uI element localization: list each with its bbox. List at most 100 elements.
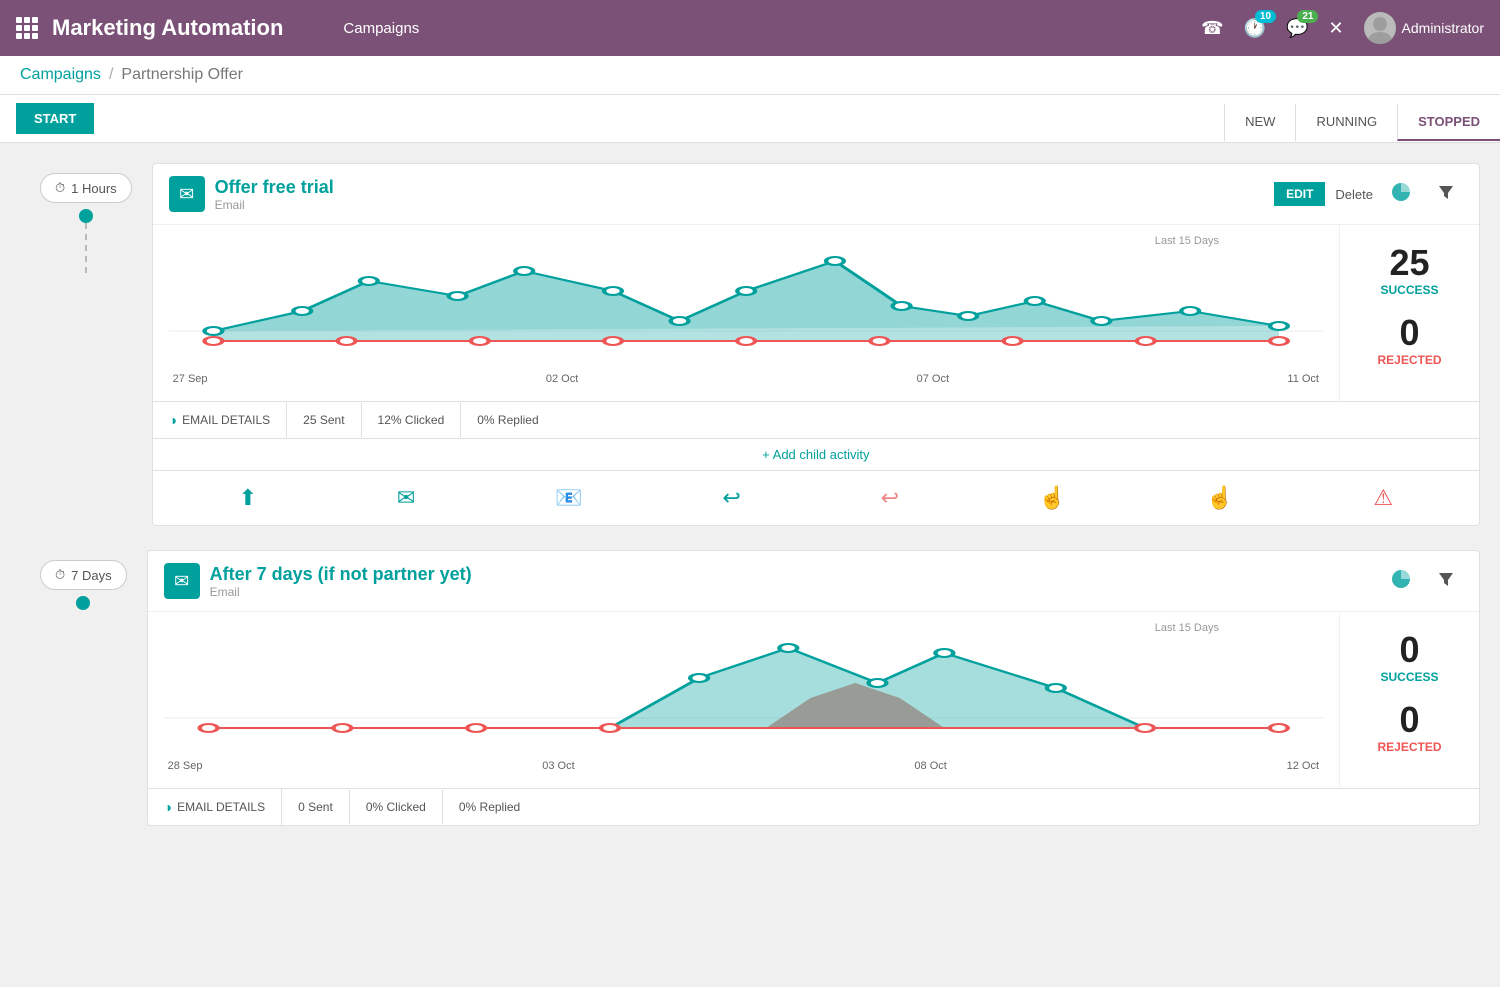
chart-section-1: Last 15 Days <box>153 225 1339 401</box>
chat-icon[interactable]: 💬 21 <box>1286 18 1308 39</box>
toolbar: START NEW RUNNING STOPPED <box>0 95 1500 143</box>
chat-badge: 21 <box>1297 10 1318 23</box>
timer-badge-1: ⏱ 1 Hours <box>40 173 132 203</box>
timer-badge-2: ⏱ 7 Days <box>40 560 127 590</box>
email-icon-2: ✉ <box>164 563 200 599</box>
status-tabs: NEW RUNNING STOPPED <box>1224 104 1500 141</box>
breadcrumb-current-page: Partnership Offer <box>121 66 243 84</box>
delete-button-1[interactable]: Delete <box>1335 187 1373 202</box>
chart-section-2: Last 15 Days <box>148 612 1339 788</box>
stats-section-1: 25 SUCCESS 0 REJECTED <box>1339 225 1479 401</box>
close-icon[interactable]: ✕ <box>1328 18 1343 39</box>
timer-value-2: 7 Days <box>71 568 111 583</box>
chart-1-x-labels: 27 Sep 02 Oct 07 Oct 11 Oct <box>169 373 1323 385</box>
card-2-footer: ◑ EMAIL DETAILS 0 Sent 0% Clicked 0% Rep… <box>148 788 1479 825</box>
replied-pct-1: 0% Replied <box>461 403 554 437</box>
main-content: ⏱ 1 Hours ✉ Offer free trial Email EDIT … <box>0 143 1500 987</box>
grid-menu-icon[interactable] <box>16 17 38 39</box>
timer-clock-icon: ⏱ <box>55 180 65 196</box>
card-1-subtitle: Email <box>215 198 334 212</box>
x-label-1-2: 07 Oct <box>917 373 949 385</box>
breadcrumb-separator: / <box>109 66 113 84</box>
breadcrumb: Campaigns / Partnership Offer <box>0 56 1500 95</box>
card-2-actions <box>1383 565 1463 598</box>
email-details-1[interactable]: ◑ EMAIL DETAILS <box>153 402 288 438</box>
chart-label-2: Last 15 Days <box>1155 622 1219 634</box>
clicked-pct-2: 0% Clicked <box>350 790 443 824</box>
pie-chart-icon-2[interactable] <box>1383 565 1419 598</box>
child-icons-row-1: ⬆ ✉ 📧 ↩ ↩ ☝ ☝ ⚠ <box>153 470 1479 525</box>
email-details-2[interactable]: ◑ EMAIL DETAILS <box>148 789 283 825</box>
phone-icon[interactable]: ☎ <box>1201 18 1223 39</box>
child-icon-click[interactable]: ☝ <box>1029 479 1076 517</box>
card-1: ✉ Offer free trial Email EDIT Delete <box>152 163 1480 526</box>
card-2: ✉ After 7 days (if not partner yet) Emai… <box>147 550 1480 826</box>
timer-value-1: 1 Hours <box>71 181 117 196</box>
pie-icon-2: ◑ <box>164 799 172 815</box>
card-1-header: ✉ Offer free trial Email EDIT Delete <box>153 164 1479 225</box>
replied-pct-2: 0% Replied <box>443 790 536 824</box>
activity-row-1: ⏱ 1 Hours ✉ Offer free trial Email EDIT … <box>20 163 1480 526</box>
admin-label: Administrator <box>1402 20 1484 36</box>
filter-icon-1[interactable] <box>1429 179 1463 210</box>
tab-new[interactable]: NEW <box>1224 104 1295 141</box>
x-label-1-1: 02 Oct <box>546 373 578 385</box>
child-icon-error[interactable]: ⚠ <box>1363 479 1403 517</box>
edit-button-1[interactable]: EDIT <box>1274 182 1325 206</box>
success-count-2: 0 <box>1399 630 1419 670</box>
admin-menu[interactable]: Administrator <box>1364 12 1484 44</box>
sent-count-1: 25 Sent <box>287 403 361 437</box>
app-title: Marketing Automation <box>52 15 283 41</box>
card-2-body: Last 15 Days <box>148 612 1479 788</box>
timer-clock-icon-2: ⏱ <box>55 567 65 583</box>
x-label-2-1: 03 Oct <box>542 760 574 772</box>
chart-svg-1 <box>169 241 1323 371</box>
card-1-actions: EDIT Delete <box>1274 178 1463 211</box>
chart-2-x-labels: 28 Sep 03 Oct 08 Oct 12 Oct <box>164 760 1323 772</box>
success-count-1: 25 <box>1389 243 1429 283</box>
x-label-1-3: 11 Oct <box>1287 373 1319 385</box>
x-label-2-3: 12 Oct <box>1287 760 1319 772</box>
pie-chart-icon-1[interactable] <box>1383 178 1419 211</box>
rejected-count-2: 0 <box>1399 700 1419 740</box>
stats-section-2: 0 SUCCESS 0 REJECTED <box>1339 612 1479 788</box>
connector-line-1 <box>85 223 87 273</box>
clock-badge: 10 <box>1255 10 1276 23</box>
x-label-1-0: 27 Sep <box>173 373 208 385</box>
connector-dot-2 <box>76 596 90 610</box>
x-label-2-2: 08 Oct <box>914 760 946 772</box>
pie-icon-1: ◑ <box>169 412 177 428</box>
rejected-label-2: REJECTED <box>1377 740 1441 754</box>
avatar <box>1364 12 1396 44</box>
card-2-title: After 7 days (if not partner yet) <box>210 564 472 585</box>
success-label-1: SUCCESS <box>1380 283 1438 297</box>
child-icon-no-click[interactable]: ☝ <box>1196 479 1243 517</box>
rejected-label-1: REJECTED <box>1377 353 1441 367</box>
chart-label-1: Last 15 Days <box>1155 235 1219 247</box>
card-2-header: ✉ After 7 days (if not partner yet) Emai… <box>148 551 1479 612</box>
child-icon-cursor[interactable]: ⬆ <box>229 479 267 517</box>
rejected-count-1: 0 <box>1399 313 1419 353</box>
tab-stopped[interactable]: STOPPED <box>1397 104 1500 141</box>
email-icon-1: ✉ <box>169 176 205 212</box>
clicked-pct-1: 12% Clicked <box>362 403 462 437</box>
child-icon-email-bounce[interactable]: 📧 <box>545 479 592 517</box>
card-2-subtitle: Email <box>210 585 472 599</box>
tab-running[interactable]: RUNNING <box>1295 104 1397 141</box>
add-child-activity-1[interactable]: + Add child activity <box>153 438 1479 470</box>
card-1-footer: ◑ EMAIL DETAILS 25 Sent 12% Clicked 0% R… <box>153 401 1479 438</box>
child-icon-reply[interactable]: ↩ <box>712 479 750 517</box>
campaigns-nav-link[interactable]: Campaigns <box>323 20 439 37</box>
clock-icon[interactable]: 🕐 10 <box>1244 18 1266 39</box>
start-button[interactable]: START <box>16 103 94 134</box>
filter-icon-2[interactable] <box>1429 566 1463 597</box>
success-label-2: SUCCESS <box>1380 670 1438 684</box>
activity-row-2: ⏱ 7 Days ✉ After 7 days (if not partner … <box>20 550 1480 826</box>
child-icon-email-open[interactable]: ✉ <box>387 479 425 517</box>
breadcrumb-campaigns[interactable]: Campaigns <box>20 66 101 84</box>
sent-count-2: 0 Sent <box>282 790 350 824</box>
top-navigation: Marketing Automation Campaigns ☎ 🕐 10 💬 … <box>0 0 1500 56</box>
child-icon-no-reply[interactable]: ↩ <box>871 479 909 517</box>
card-1-title: Offer free trial <box>215 177 334 198</box>
x-label-2-0: 28 Sep <box>168 760 203 772</box>
